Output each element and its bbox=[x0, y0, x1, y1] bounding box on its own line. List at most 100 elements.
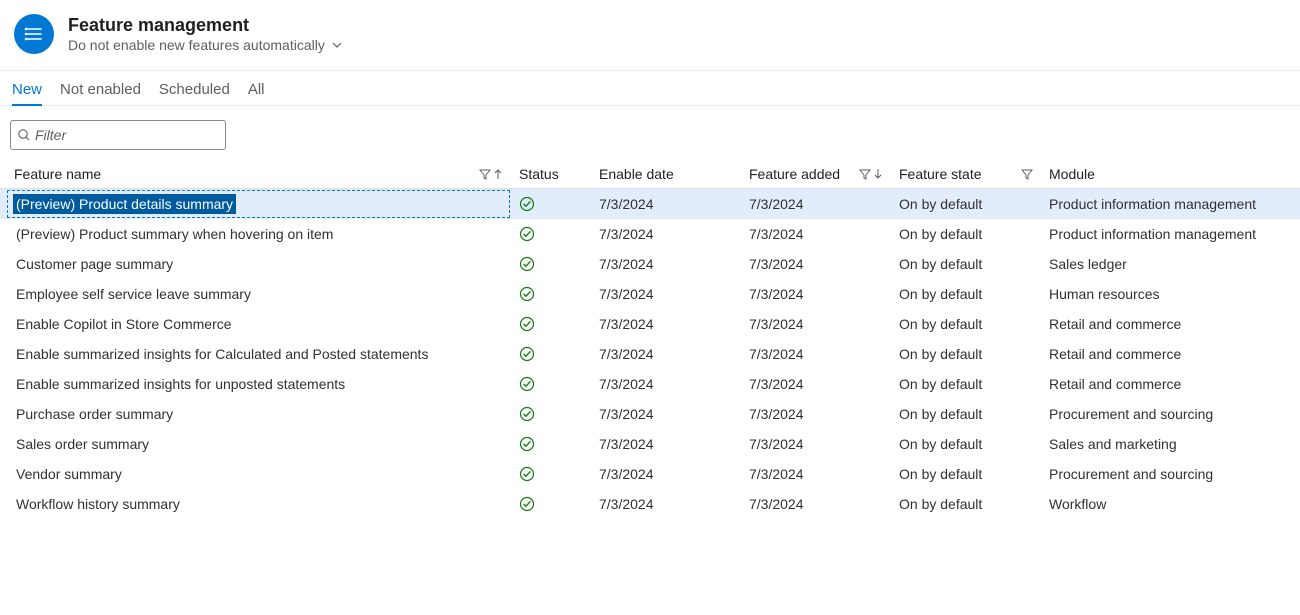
cell-module: Sales ledger bbox=[1041, 250, 1300, 278]
status-enabled-icon bbox=[519, 256, 535, 272]
cell-feature-name[interactable]: (Preview) Product summary when hovering … bbox=[6, 219, 511, 249]
table-row[interactable]: Enable Copilot in Store Commerce 7/3/2024… bbox=[0, 309, 1300, 339]
cell-feature-name-text: Purchase order summary bbox=[14, 405, 175, 423]
auto-enable-label: Do not enable new features automatically bbox=[68, 37, 325, 53]
cell-module: Product information management bbox=[1041, 190, 1300, 218]
cell-enable-date: 7/3/2024 bbox=[591, 220, 741, 248]
grid-body: (Preview) Product details summary 7/3/202… bbox=[0, 189, 1300, 519]
cell-feature-added: 7/3/2024 bbox=[741, 430, 891, 458]
cell-feature-added: 7/3/2024 bbox=[741, 220, 891, 248]
cell-feature-name-text: (Preview) Product summary when hovering … bbox=[14, 225, 335, 243]
col-header-feature-added[interactable]: Feature added bbox=[741, 160, 891, 188]
cell-feature-state: On by default bbox=[891, 460, 1041, 488]
cell-module: Human resources bbox=[1041, 280, 1300, 308]
col-header-status[interactable]: Status bbox=[511, 160, 591, 188]
cell-status bbox=[511, 400, 591, 428]
col-header-feature-state[interactable]: Feature state bbox=[891, 160, 1041, 188]
cell-feature-added: 7/3/2024 bbox=[741, 250, 891, 278]
tab-bar: New Not enabled Scheduled All bbox=[0, 71, 1300, 106]
table-row[interactable]: Enable summarized insights for Calculate… bbox=[0, 339, 1300, 369]
filter-icon[interactable] bbox=[859, 168, 871, 180]
table-row[interactable]: Workflow history summary7/3/20247/3/2024… bbox=[0, 489, 1300, 519]
cell-enable-date: 7/3/2024 bbox=[591, 460, 741, 488]
cell-feature-name[interactable]: Purchase order summary bbox=[6, 399, 511, 429]
page-title: Feature management bbox=[68, 15, 343, 36]
auto-enable-dropdown[interactable]: Do not enable new features automatically bbox=[68, 37, 343, 53]
tab-all[interactable]: All bbox=[248, 77, 265, 106]
cell-feature-state: On by default bbox=[891, 190, 1041, 218]
filter-icon[interactable] bbox=[1021, 168, 1033, 180]
table-row[interactable]: Employee self service leave summary 7/3/2… bbox=[0, 279, 1300, 309]
table-row[interactable]: Purchase order summary7/3/20247/3/2024On… bbox=[0, 399, 1300, 429]
cell-enable-date: 7/3/2024 bbox=[591, 190, 741, 218]
feature-grid: Feature name Status Enable date Feature … bbox=[0, 160, 1300, 519]
table-row[interactable]: Enable summarized insights for unposted … bbox=[0, 369, 1300, 399]
cell-module: Retail and commerce bbox=[1041, 370, 1300, 398]
status-enabled-icon bbox=[519, 196, 535, 212]
cell-status bbox=[511, 430, 591, 458]
col-header-status-label: Status bbox=[519, 166, 559, 182]
cell-enable-date: 7/3/2024 bbox=[591, 340, 741, 368]
cell-feature-name[interactable]: Vendor summary bbox=[6, 459, 511, 489]
tab-not-enabled[interactable]: Not enabled bbox=[60, 77, 141, 106]
cell-module: Retail and commerce bbox=[1041, 310, 1300, 338]
table-row[interactable]: Customer page summary7/3/20247/3/2024On … bbox=[0, 249, 1300, 279]
cell-feature-name-text: Enable summarized insights for unposted … bbox=[14, 375, 347, 393]
cell-feature-name[interactable]: Customer page summary bbox=[6, 249, 511, 279]
page-header: Feature management Do not enable new fea… bbox=[0, 0, 1300, 70]
cell-feature-added: 7/3/2024 bbox=[741, 310, 891, 338]
cell-status bbox=[511, 310, 591, 338]
tab-scheduled[interactable]: Scheduled bbox=[159, 77, 230, 106]
cell-module: Sales and marketing bbox=[1041, 430, 1300, 458]
cell-feature-name[interactable]: (Preview) Product details summary bbox=[6, 189, 511, 219]
status-enabled-icon bbox=[519, 436, 535, 452]
cell-enable-date: 7/3/2024 bbox=[591, 370, 741, 398]
col-header-feature-name[interactable]: Feature name bbox=[6, 160, 511, 188]
cell-enable-date: 7/3/2024 bbox=[591, 280, 741, 308]
filter-input[interactable] bbox=[35, 127, 219, 143]
cell-feature-name[interactable]: Employee self service leave summary bbox=[6, 279, 511, 309]
cell-feature-name-text: (Preview) Product details summary bbox=[14, 195, 235, 213]
col-header-enable-date[interactable]: Enable date bbox=[591, 160, 741, 188]
cell-enable-date: 7/3/2024 bbox=[591, 250, 741, 278]
cell-feature-name-text: Enable Copilot in Store Commerce bbox=[14, 315, 234, 333]
status-enabled-icon bbox=[519, 496, 535, 512]
col-header-module[interactable]: Module bbox=[1041, 160, 1300, 188]
cell-feature-added: 7/3/2024 bbox=[741, 490, 891, 518]
cell-feature-added: 7/3/2024 bbox=[741, 400, 891, 428]
cell-feature-name-text: Workflow history summary bbox=[14, 495, 182, 513]
cell-enable-date: 7/3/2024 bbox=[591, 310, 741, 338]
filter-row bbox=[0, 106, 1300, 160]
table-row[interactable]: (Preview) Product details summary 7/3/202… bbox=[0, 189, 1300, 219]
status-enabled-icon bbox=[519, 346, 535, 362]
cell-enable-date: 7/3/2024 bbox=[591, 400, 741, 428]
sort-desc-icon[interactable] bbox=[873, 168, 883, 180]
grid-header-row: Feature name Status Enable date Feature … bbox=[0, 160, 1300, 189]
col-header-feature-added-label: Feature added bbox=[749, 166, 840, 182]
filter-input-wrap[interactable] bbox=[10, 120, 226, 150]
status-enabled-icon bbox=[519, 406, 535, 422]
table-row[interactable]: Vendor summary7/3/20247/3/2024On by defa… bbox=[0, 459, 1300, 489]
cell-feature-name-text: Employee self service leave summary bbox=[14, 285, 253, 303]
cell-feature-name[interactable]: Enable summarized insights for unposted … bbox=[6, 369, 511, 399]
cell-feature-added: 7/3/2024 bbox=[741, 190, 891, 218]
chevron-down-icon bbox=[331, 39, 343, 51]
tab-new[interactable]: New bbox=[12, 77, 42, 106]
cell-feature-name[interactable]: Sales order summary bbox=[6, 429, 511, 459]
cell-feature-state: On by default bbox=[891, 220, 1041, 248]
cell-feature-name[interactable]: Workflow history summary bbox=[6, 489, 511, 519]
cell-enable-date: 7/3/2024 bbox=[591, 430, 741, 458]
cell-feature-state: On by default bbox=[891, 250, 1041, 278]
cell-feature-name[interactable]: Enable summarized insights for Calculate… bbox=[6, 339, 511, 369]
status-enabled-icon bbox=[519, 316, 535, 332]
sort-asc-icon[interactable] bbox=[493, 168, 503, 180]
col-header-module-label: Module bbox=[1049, 166, 1095, 182]
table-row[interactable]: Sales order summary7/3/20247/3/2024On by… bbox=[0, 429, 1300, 459]
cell-status bbox=[511, 250, 591, 278]
cell-status bbox=[511, 370, 591, 398]
cell-module: Workflow bbox=[1041, 490, 1300, 518]
table-row[interactable]: (Preview) Product summary when hovering … bbox=[0, 219, 1300, 249]
status-enabled-icon bbox=[519, 286, 535, 302]
filter-icon[interactable] bbox=[479, 168, 491, 180]
cell-feature-name[interactable]: Enable Copilot in Store Commerce bbox=[6, 309, 511, 339]
